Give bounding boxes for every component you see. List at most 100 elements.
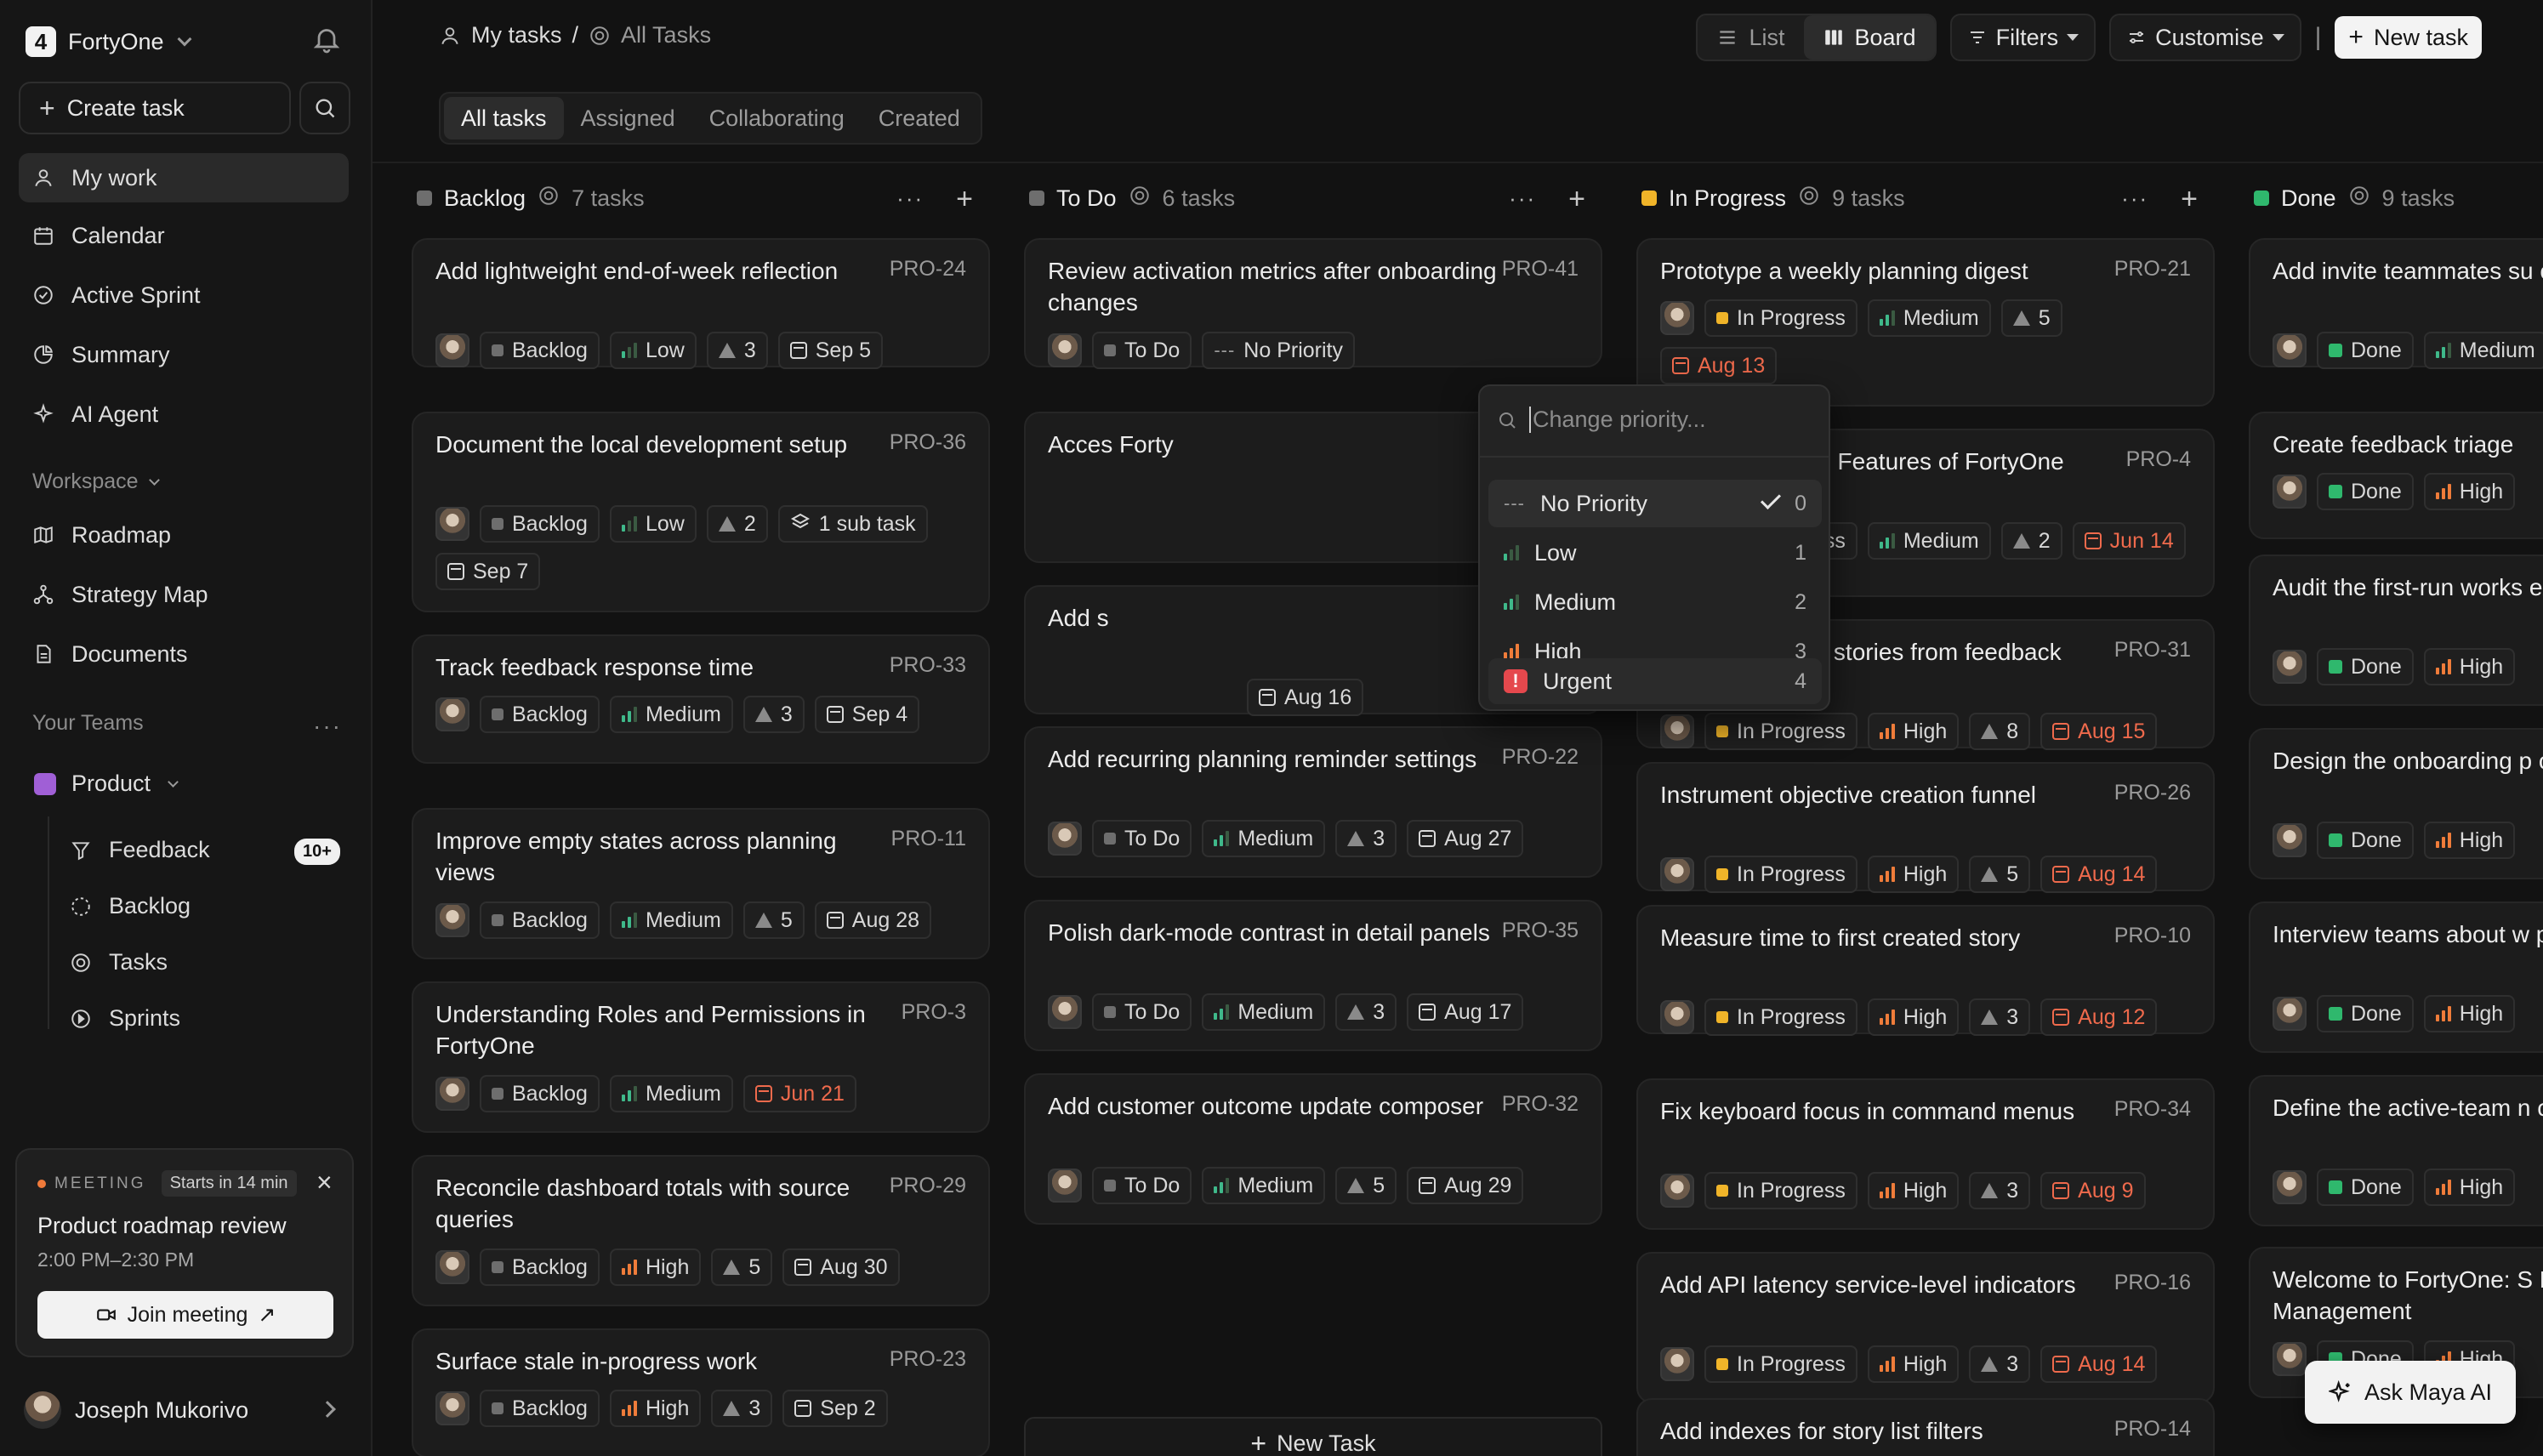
assignee-avatar[interactable]	[2273, 475, 2307, 509]
estimate-pill[interactable]: 3	[711, 1390, 773, 1427]
due-date-pill[interactable]: Sep 2	[782, 1390, 888, 1427]
task-card[interactable]: Fix keyboard focus in command menus PRO-3…	[1636, 1078, 2215, 1230]
assignee-avatar[interactable]	[1660, 301, 1694, 335]
priority-pill[interactable]: High	[2423, 822, 2516, 859]
priority-option-medium[interactable]: Medium 2	[1488, 578, 1822, 626]
task-card[interactable]: Add indexes for story list filters PRO-14	[1636, 1398, 2215, 1456]
estimate-pill[interactable]: 5	[1335, 1167, 1397, 1204]
nav-roadmap[interactable]: Roadmap	[19, 510, 349, 560]
status-pill[interactable]: Backlog	[480, 505, 600, 543]
estimate-pill[interactable]: 3	[1969, 998, 2031, 1036]
task-card[interactable]: Understanding Roles and Permissions in F…	[412, 981, 990, 1133]
status-pill[interactable]: Done	[2317, 648, 2414, 685]
team-product[interactable]: Product	[34, 771, 179, 797]
ask-maya-button[interactable]: Ask Maya AI	[2304, 1361, 2516, 1424]
tab-all-tasks[interactable]: All tasks	[444, 97, 564, 139]
add-card-icon[interactable]: +	[956, 185, 973, 213]
status-pill[interactable]: Backlog	[480, 1075, 600, 1112]
assignee-avatar[interactable]	[435, 1077, 469, 1111]
assignee-avatar[interactable]	[435, 333, 469, 367]
assignee-avatar[interactable]	[1048, 822, 1082, 856]
task-card[interactable]: Add API latency service-level indicators…	[1636, 1252, 2215, 1403]
due-date-pill[interactable]: Aug 13	[1660, 347, 1778, 384]
priority-pill[interactable]: High	[2423, 1169, 2516, 1206]
status-pill[interactable]: In Progress	[1704, 998, 1857, 1036]
add-card-icon[interactable]: +	[1568, 185, 1585, 213]
priority-pill[interactable]: High	[1867, 856, 1960, 893]
due-date-pill[interactable]: Aug 16	[1247, 679, 1364, 716]
more-icon[interactable]: ···	[1509, 185, 1536, 212]
priority-pill[interactable]: Low	[609, 332, 697, 369]
due-date-pill[interactable]: Aug 29	[1407, 1167, 1524, 1204]
priority-pill[interactable]: Medium	[1867, 299, 1991, 337]
priority-pill[interactable]: High	[1867, 713, 1960, 750]
estimate-pill[interactable]: 3	[1969, 1345, 2031, 1383]
priority-pill[interactable]: High	[609, 1248, 702, 1286]
task-card[interactable]: Polish dark-mode contrast in detail pane…	[1024, 900, 1602, 1051]
status-pill[interactable]: In Progress	[1704, 713, 1857, 750]
task-card[interactable]: Audit the first-run works experience Done…	[2249, 555, 2543, 706]
nav-strategy-map[interactable]: Strategy Map	[19, 570, 349, 619]
assignee-avatar[interactable]	[1048, 1169, 1082, 1203]
priority-pill[interactable]: High	[609, 1390, 702, 1427]
due-date-pill[interactable]: Aug 30	[782, 1248, 900, 1286]
priority-pill[interactable]: Medium	[1867, 522, 1991, 560]
estimate-pill[interactable]: 5	[742, 901, 805, 939]
status-pill[interactable]: In Progress	[1704, 1345, 1857, 1383]
priority-pill[interactable]: Medium	[609, 1075, 733, 1112]
priority-search[interactable]: Change priority...	[1497, 407, 1706, 433]
priority-pill[interactable]: Medium	[609, 901, 733, 939]
estimate-pill[interactable]: 3	[1335, 993, 1397, 1031]
chevron-right-icon[interactable]	[319, 1401, 336, 1418]
estimate-pill[interactable]: 5	[1969, 856, 2031, 893]
assignee-avatar[interactable]	[435, 697, 469, 731]
task-card[interactable]: Add invite teammates su confirmation Done…	[2249, 238, 2543, 369]
priority-option-low[interactable]: Low 1	[1488, 529, 1822, 577]
status-pill[interactable]: To Do	[1092, 993, 1192, 1031]
status-pill[interactable]: Backlog	[480, 1248, 600, 1286]
assignee-avatar[interactable]	[1660, 1174, 1694, 1208]
task-card[interactable]: Improve empty states across planning vie…	[412, 808, 990, 959]
priority-pill[interactable]: Low	[609, 505, 697, 543]
estimate-pill[interactable]: 3	[742, 696, 805, 733]
task-card[interactable]: Surface stale in-progress work PRO-23 Back…	[412, 1328, 990, 1456]
task-card[interactable]: Design the onboarding p checklist Done Hig…	[2249, 728, 2543, 879]
subtask-pill[interactable]: 1 sub task	[777, 505, 928, 543]
priority-pill[interactable]: Medium	[2423, 332, 2543, 369]
due-date-pill[interactable]: Aug 17	[1407, 993, 1524, 1031]
priority-pill[interactable]: High	[1867, 1172, 1960, 1209]
due-date-pill[interactable]: Sep 4	[814, 696, 920, 733]
task-card[interactable]: Measure time to first created story PRO-1…	[1636, 905, 2215, 1036]
team-item-feedback[interactable]: Feedback	[70, 837, 210, 863]
priority-option-urgent[interactable]: ! Urgent 4	[1488, 658, 1822, 704]
customise-button[interactable]: Customise	[2109, 14, 2301, 61]
status-pill[interactable]: Done	[2317, 332, 2414, 369]
priority-pill[interactable]: High	[2423, 648, 2516, 685]
task-card[interactable]: Add lightweight end-of-week reflection PR…	[412, 238, 990, 369]
task-card[interactable]: Track feedback response time PRO-33 Backlo…	[412, 634, 990, 764]
assignee-avatar[interactable]	[2273, 823, 2307, 857]
workspace-switcher[interactable]: 4 FortyOne	[26, 22, 192, 61]
due-date-pill[interactable]: Jun 14	[2072, 522, 2186, 560]
assignee-avatar[interactable]	[1048, 995, 1082, 1029]
due-date-pill[interactable]: Sep 5	[777, 332, 884, 369]
view-board-button[interactable]: Board	[1803, 15, 1935, 60]
estimate-pill[interactable]: 3	[1969, 1172, 2031, 1209]
due-date-pill[interactable]: Aug 28	[814, 901, 932, 939]
due-date-pill[interactable]: Aug 9	[2040, 1172, 2146, 1209]
status-pill[interactable]: In Progress	[1704, 299, 1857, 337]
status-pill[interactable]: Backlog	[480, 1390, 600, 1427]
priority-pill[interactable]: High	[1867, 998, 1960, 1036]
priority-pill[interactable]: Medium	[1202, 1167, 1326, 1204]
estimate-pill[interactable]: 5	[711, 1248, 773, 1286]
assignee-avatar[interactable]	[1048, 333, 1082, 367]
priority-pill[interactable]: Medium	[1202, 820, 1326, 857]
teams-more-icon[interactable]: ···	[313, 713, 342, 740]
status-pill[interactable]: Done	[2317, 995, 2414, 1032]
status-pill[interactable]: In Progress	[1704, 1172, 1857, 1209]
more-icon[interactable]: ···	[2121, 185, 2148, 212]
nav-calendar[interactable]: Calendar	[19, 211, 349, 260]
status-pill[interactable]: Done	[2317, 1169, 2414, 1206]
assignee-avatar[interactable]	[1660, 857, 1694, 891]
team-item-sprints[interactable]: Sprints	[70, 1005, 180, 1032]
